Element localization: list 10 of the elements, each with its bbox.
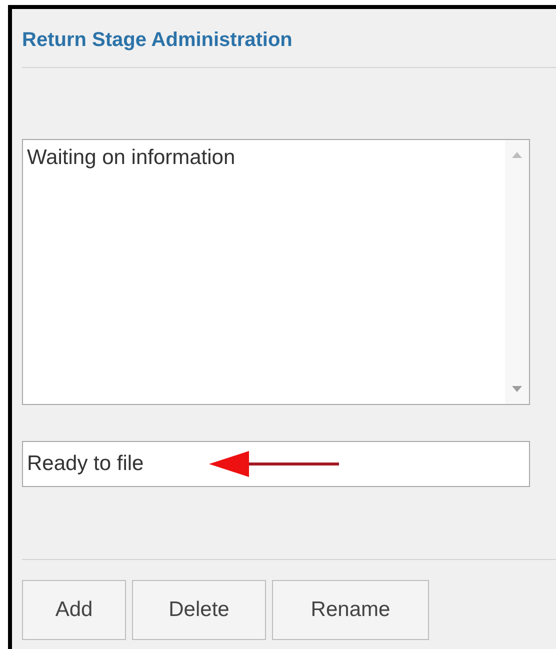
action-button[interactable]: Delete bbox=[132, 580, 266, 640]
action-button[interactable]: Add bbox=[22, 580, 126, 640]
scroll-up-icon[interactable] bbox=[512, 152, 522, 158]
list-item[interactable]: Waiting on information bbox=[23, 140, 505, 176]
scrollbar[interactable] bbox=[505, 140, 529, 404]
scroll-down-icon[interactable] bbox=[512, 386, 522, 392]
panel-title: Return Stage Administration bbox=[22, 29, 292, 51]
name-field[interactable]: Ready to file bbox=[22, 441, 530, 487]
action-button[interactable]: Rename bbox=[272, 580, 429, 640]
stage-list[interactable]: Waiting on information bbox=[22, 139, 530, 405]
